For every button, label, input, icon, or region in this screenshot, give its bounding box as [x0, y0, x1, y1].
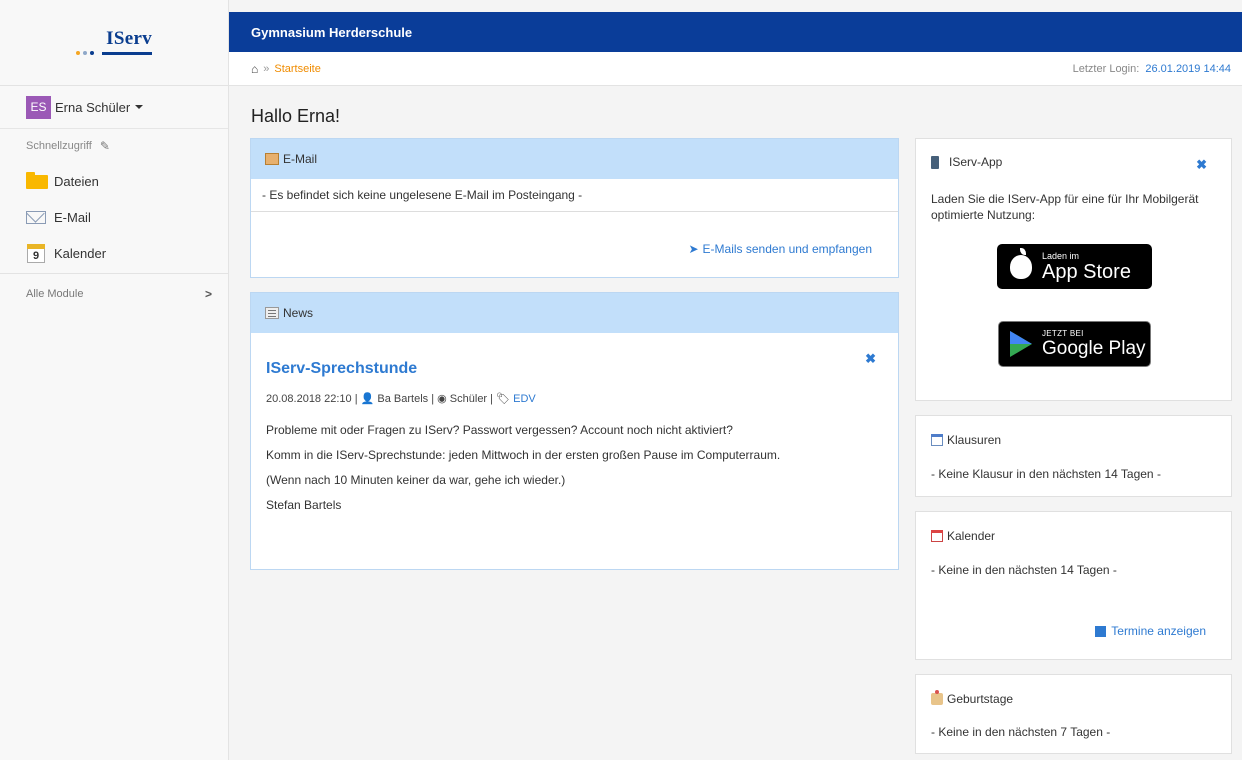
user-menu[interactable]: ES Erna Schüler [0, 86, 228, 129]
email-panel-title: E-Mail [283, 152, 318, 166]
logo-dots [76, 50, 94, 55]
calendar-icon: 9 [26, 244, 48, 263]
iserv-app-title: IServ-App [931, 155, 1002, 169]
sidebar-item-kalender[interactable]: 9 Kalender [0, 235, 228, 271]
all-modules-label: Alle Module [26, 287, 84, 300]
apple-icon [1010, 247, 1032, 279]
logo-area: IServ [0, 0, 228, 86]
google-play-badge[interactable]: JETZT BEI Google Play [998, 321, 1151, 367]
kalender-title: Kalender [931, 529, 995, 543]
geburtstage-title: Geburtstage [931, 690, 1013, 706]
quick-access-header: Schnellzugriff ✎ [0, 129, 228, 163]
geburtstage-text: - Keine in den nächsten 7 Tagen - [931, 725, 1111, 739]
sidebar-item-label: Dateien [54, 173, 99, 189]
last-login-date: 26.01.2019 14:44 [1145, 62, 1231, 75]
news-paragraph: Komm in die IServ-Sprechstunde: jeden Mi… [266, 448, 781, 462]
email-panel-header: E-Mail [251, 139, 898, 179]
close-icon[interactable]: ✖ [1196, 157, 1207, 173]
paper-plane-icon: ➤ [688, 242, 699, 256]
breadcrumb: ⌂ » Startseite [251, 62, 321, 76]
news-paragraph: Probleme mit oder Fragen zu IServ? Passw… [266, 423, 733, 437]
last-login-label: Letzter Login: [1072, 62, 1140, 75]
news-panel-header: News [251, 293, 898, 333]
app-store-badge[interactable]: Laden im App Store [997, 244, 1152, 289]
iserv-app-box: IServ-App ✖ Laden Sie die IServ-App für … [915, 138, 1232, 401]
play-small-text: JETZT BEI [1042, 329, 1084, 338]
gift-icon [931, 690, 943, 705]
mail-icon [265, 153, 279, 165]
breadcrumb-separator: » [263, 62, 270, 75]
klausuren-box: Klausuren - Keine Klausur in den nächste… [915, 415, 1232, 497]
geburtstage-box: Geburtstage - Keine in den nächsten 7 Ta… [915, 674, 1232, 754]
all-modules-link[interactable]: Alle Module > [0, 273, 228, 313]
iserv-app-text: Laden Sie die IServ-App für eine für Ihr… [931, 192, 1199, 222]
sidebar-item-label: E-Mail [54, 209, 91, 225]
news-tag[interactable]: EDV [513, 393, 536, 405]
klausuren-text: - Keine Klausur in den nächsten 14 Tagen… [931, 467, 1161, 481]
kalender-box: Kalender - Keine in den nächsten 14 Tage… [915, 511, 1232, 660]
news-panel: News IServ-Sprechstunde ✖ 20.08.2018 22:… [250, 292, 899, 570]
iserv-logo[interactable]: IServ [76, 28, 152, 58]
sidebar-item-label: Kalender [54, 245, 107, 261]
logo-underline [102, 51, 152, 55]
news-meta: 20.08.2018 22:10 | 👤 Ba Bartels | ◉ Schü… [266, 393, 536, 405]
news-date: 20.08.2018 22:10 [266, 393, 352, 405]
breadcrumb-bar: ⌂ » Startseite Letzter Login: 26.01.2019… [229, 52, 1242, 86]
play-big-text: Google Play [1042, 338, 1146, 359]
last-login: Letzter Login: 26.01.2019 14:44 [1073, 63, 1231, 75]
email-send-receive-link[interactable]: ➤ E-Mails senden und empfangen [688, 242, 872, 256]
exam-calendar-icon [931, 434, 943, 446]
quick-access-label: Schnellzugriff [26, 140, 92, 152]
school-name: Gymnasium Herderschule [251, 24, 413, 40]
pencil-icon[interactable]: ✎ [100, 139, 110, 153]
appstore-big-text: App Store [1042, 260, 1131, 283]
calendar-icon [931, 530, 943, 542]
caret-down-icon [135, 105, 144, 109]
calendar-small-icon [1095, 625, 1107, 637]
sidebar: IServ ES Erna Schüler Schnellzugriff ✎ D… [0, 0, 229, 760]
user-icon: 👤 [360, 393, 375, 405]
show-appointments-link[interactable]: Termine anzeigen [1095, 624, 1206, 638]
page-title: Hallo Erna! [251, 106, 341, 126]
klausuren-title: Klausuren [931, 433, 1001, 447]
eye-icon: ◉ [437, 393, 447, 405]
close-icon[interactable]: ✖ [865, 351, 876, 367]
news-item-title[interactable]: IServ-Sprechstunde [266, 360, 417, 378]
kalender-text: - Keine in den nächsten 14 Tagen - [931, 563, 1117, 577]
news-signature: Stefan Bartels [266, 498, 342, 512]
news-panel-title: News [283, 306, 314, 320]
folder-icon [26, 172, 48, 190]
home-icon[interactable]: ⌂ [251, 62, 258, 76]
news-body: Probleme mit oder Fragen zu IServ? Passw… [266, 423, 780, 523]
appstore-small-text: Laden im [1042, 250, 1080, 261]
news-icon [265, 307, 279, 319]
sidebar-item-dateien[interactable]: Dateien [0, 163, 228, 199]
google-play-icon [1010, 331, 1032, 357]
news-paragraph: (Wenn nach 10 Minuten keiner da war, geh… [266, 473, 566, 487]
email-panel: E-Mail - Es befindet sich keine ungelese… [250, 138, 899, 278]
phone-icon [931, 155, 939, 169]
chevron-right-icon: > [204, 286, 212, 301]
user-name: Erna Schüler [55, 99, 131, 115]
avatar: ES [26, 95, 51, 119]
email-status: - Es befindet sich keine ungelesene E-Ma… [251, 179, 898, 212]
school-header: Gymnasium Herderschule [229, 12, 1242, 52]
tag-icon: 🏷 [496, 393, 511, 405]
news-visibility: Schüler [449, 393, 488, 405]
breadcrumb-current[interactable]: Startseite [274, 63, 320, 75]
sidebar-item-email[interactable]: E-Mail [0, 199, 228, 235]
envelope-icon [26, 208, 48, 226]
news-author: Ba Bartels [377, 393, 429, 405]
logo-text: IServ [106, 27, 152, 49]
